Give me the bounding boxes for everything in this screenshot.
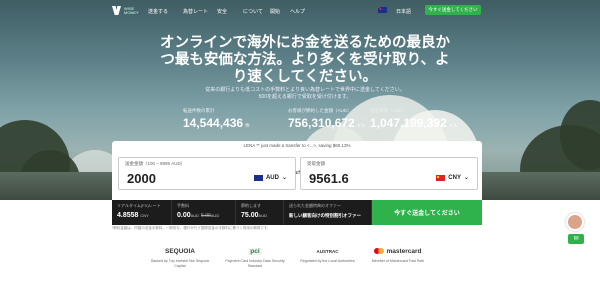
support-avatar[interactable] bbox=[566, 213, 584, 231]
partner-description: Member of Mastercard Fast Path bbox=[371, 259, 425, 263]
hero-subline: 従来の銀行よりも低コストの手数料とより良い為替レートで世界中に送金してください。… bbox=[205, 87, 405, 100]
savings-unit: AUD bbox=[258, 213, 267, 218]
logo-mark-icon bbox=[112, 6, 121, 15]
partner-description: Payment Card Industry Data Security Stan… bbox=[225, 259, 285, 268]
send-amount-input[interactable]: 2000 bbox=[127, 171, 156, 186]
stat-transfers: 転送件数の累計 14,544,436 件 bbox=[183, 108, 250, 130]
nav-item-start[interactable]: 開始 bbox=[270, 8, 280, 15]
nav-item-help[interactable]: ヘルプ bbox=[290, 8, 305, 15]
stat-unit: ドル bbox=[448, 123, 458, 128]
fee-unit: AUD bbox=[190, 213, 200, 218]
stat-unit: 件 bbox=[245, 123, 250, 128]
nav-item-security[interactable]: 安全 bbox=[217, 8, 227, 15]
chevron-down-icon: ⌄ bbox=[281, 175, 287, 181]
savings-footnote: *節約金額は、同額の送金手数料、一般的な、銀行が行う国際送金の手数料に基づく費用… bbox=[112, 226, 271, 230]
sequoia-logo: SEQUOIA bbox=[165, 247, 195, 255]
stat-label: 送金総額（AUD） bbox=[370, 108, 407, 113]
nav-item-about[interactable]: について bbox=[243, 8, 263, 15]
receive-currency-select[interactable]: CNY ⌄ bbox=[436, 174, 469, 181]
send-currency-select[interactable]: AUD ⌄ bbox=[253, 174, 287, 181]
offer-value: 新しい顧客向けの特別割引オファー bbox=[289, 213, 361, 218]
receive-amount-input[interactable]: 9561.6 bbox=[309, 171, 349, 186]
receive-amount-field[interactable]: 受取金額 9561.6 CNY ⌄ bbox=[300, 157, 478, 190]
mastercard-icon bbox=[374, 248, 385, 254]
nav-item-rates[interactable]: 為替レート bbox=[183, 8, 208, 15]
savings-label: 節約します bbox=[241, 203, 261, 208]
nav-item-send[interactable]: 送金する bbox=[148, 8, 168, 15]
austrac-logo: AUSTRAC bbox=[316, 248, 339, 254]
rate-value: 4.8558 bbox=[117, 212, 139, 219]
partner-pci: pci Payment Card Industry Data Security … bbox=[225, 245, 285, 268]
send-amount-field[interactable]: 送金金額（100 – 8999 AUD） 2000 AUD ⌄ bbox=[118, 157, 296, 190]
savings-cell: 節約します 75.00AUD bbox=[236, 200, 284, 225]
fee-label: 手数料 bbox=[177, 203, 189, 208]
stat-saved: お客様が節約した金額（AUD） 756,310,672 ドル bbox=[288, 108, 366, 130]
offer-label: 送られた金額特典のオファー bbox=[289, 203, 341, 208]
send-amount-label: 送金金額（100 – 8999 AUD） bbox=[125, 161, 186, 166]
fee-old-value: 5.99 bbox=[201, 213, 211, 219]
header-cta-button[interactable]: 今すぐ送金してください bbox=[425, 5, 481, 15]
logo-text: WISE MONEY bbox=[124, 5, 139, 15]
partner-description: Regulated by the Local Authorities bbox=[300, 259, 355, 263]
stat-label: お客様が節約した金額（AUD） bbox=[288, 108, 352, 113]
receive-amount-label: 受取金額 bbox=[307, 161, 325, 166]
pci-logo: pci bbox=[248, 247, 262, 255]
mastercard-logo: mastercard bbox=[386, 247, 422, 255]
rate-unit: CNY bbox=[140, 213, 149, 218]
brand-logo[interactable]: WISE MONEY bbox=[112, 6, 139, 15]
rate-label: リアルタイム(FX)レート bbox=[117, 203, 161, 208]
partner-austrac: AUSTRAC Regulated by the Local Authoriti… bbox=[300, 245, 355, 264]
partner-mastercard: mastercard Member of Mastercard Fast Pat… bbox=[368, 245, 428, 264]
australia-flag-icon[interactable] bbox=[378, 7, 387, 13]
australia-flag-icon bbox=[253, 174, 263, 181]
send-now-button[interactable]: 今すぐ送金してください bbox=[372, 200, 482, 225]
language-selector[interactable]: 日本語 bbox=[396, 8, 411, 15]
chevron-down-icon: ⌄ bbox=[463, 175, 469, 181]
hero-headline: オンラインで海外にお金を送るための最良かつ最も安価な方法。より多くを受け取り、よ… bbox=[160, 35, 450, 85]
stat-value: 756,310,672 bbox=[288, 116, 355, 130]
fee-cell: 手数料 0.00AUD 5.99AUD bbox=[172, 200, 236, 225]
stat-unit: ドル bbox=[356, 123, 366, 128]
partner-description: Backed by Top Investor like Sequoia Capi… bbox=[151, 259, 209, 268]
china-flag-icon bbox=[436, 174, 446, 181]
receive-currency-code: CNY bbox=[448, 174, 461, 181]
send-currency-code: AUD bbox=[265, 174, 279, 181]
stat-total: 送金総額（AUD） 1,047,199,392 ドル bbox=[370, 108, 458, 130]
stat-value: 14,544,436 bbox=[183, 116, 244, 130]
offer-cell[interactable]: 送られた金額特典のオファー 新しい顧客向けの特別割引オファー bbox=[284, 200, 372, 225]
chat-icon[interactable]: ✉ bbox=[568, 234, 584, 244]
fee-value: 0.00 bbox=[177, 212, 191, 219]
recent-transfer-banner: LENA ** just made a transfer to <...>, s… bbox=[243, 143, 351, 148]
stat-value: 1,047,199,392 bbox=[370, 116, 447, 130]
transfer-summary-bar: リアルタイム(FX)レート 4.8558 CNY 手数料 0.00AUD 5.9… bbox=[112, 200, 482, 225]
savings-value: 75.00 bbox=[241, 212, 259, 219]
stat-label: 転送件数の累計 bbox=[183, 108, 215, 113]
top-nav: WISE MONEY 送金する 為替レート 安全 について 開始 ヘルプ 日本語… bbox=[0, 0, 600, 22]
rate-cell: リアルタイム(FX)レート 4.8558 CNY bbox=[112, 200, 172, 225]
fee-old-unit: AUD bbox=[210, 213, 220, 218]
partner-sequoia: SEQUOIA Backed by Top Investor like Sequ… bbox=[150, 245, 210, 268]
